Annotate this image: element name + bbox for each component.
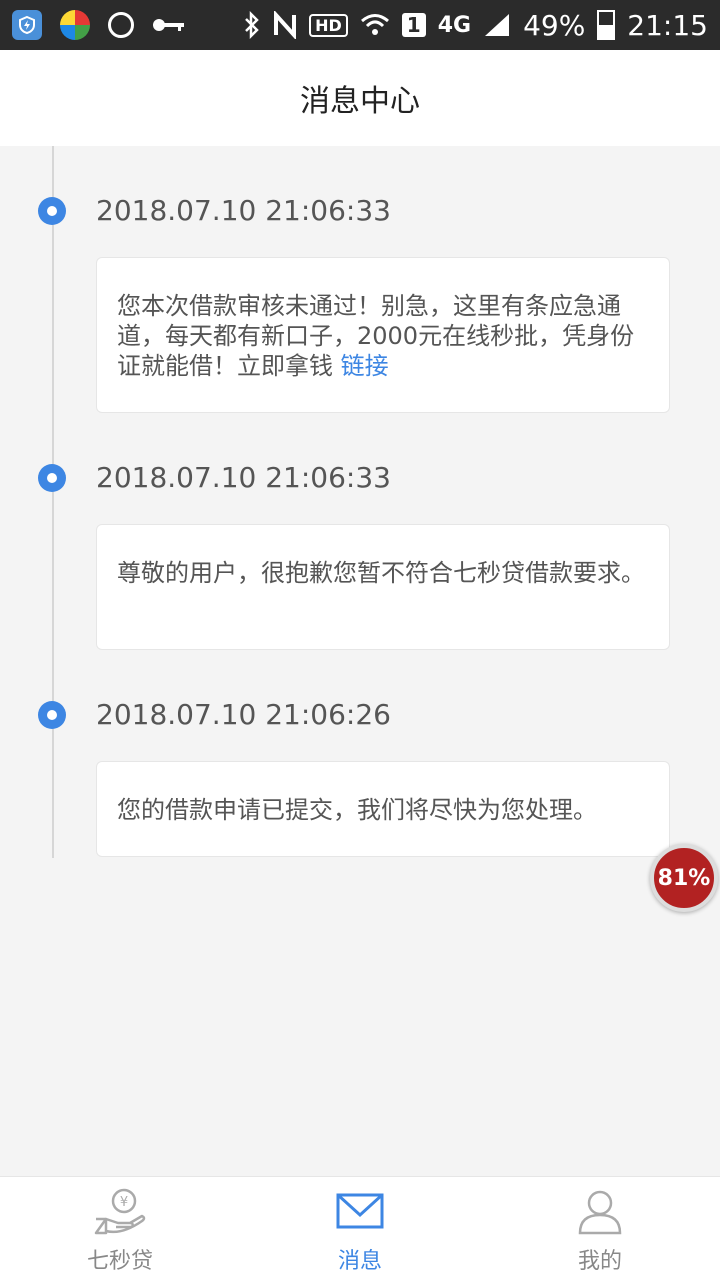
page-title: 消息中心 [300, 84, 420, 119]
timeline-dot-icon [38, 463, 66, 492]
nav-item-mine[interactable]: 我的 [480, 1177, 720, 1280]
nav-item-messages[interactable]: 消息 [240, 1177, 480, 1280]
user-icon [578, 1190, 622, 1235]
timeline-entry-timestamp: 2018.07.10 21:06:33 [38, 461, 391, 494]
settings-hex-icon [108, 12, 134, 38]
signal-type-label: 4G [437, 12, 472, 38]
message-timestamp: 2018.07.10 21:06:33 [96, 194, 391, 227]
timeline-entry-timestamp: 2018.07.10 21:06:33 [38, 194, 391, 227]
shield-app-icon [12, 10, 42, 40]
timeline-line [52, 146, 54, 858]
timeline-entry-timestamp: 2018.07.10 21:06:26 [38, 698, 391, 731]
page-header: 消息中心 [0, 50, 720, 146]
nav-label: 我的 [577, 1249, 622, 1274]
clock: 21:15 [627, 8, 708, 42]
message-card[interactable]: 尊敬的用户，很抱歉您暂不符合七秒贷借款要求。 [96, 524, 670, 650]
nav-label: 消息 [337, 1249, 382, 1274]
wifi-icon [360, 14, 389, 35]
multicolor-app-icon [60, 10, 90, 40]
status-left-icons [0, 10, 186, 40]
svg-text:¥: ¥ [120, 1195, 128, 1210]
nav-label: 七秒贷 [86, 1249, 153, 1274]
signal-icon [485, 14, 510, 36]
battery-icon [597, 10, 616, 40]
floating-speed-badge[interactable]: 81% [650, 844, 718, 912]
message-timestamp: 2018.07.10 21:06:26 [96, 698, 391, 731]
nfc-icon [274, 11, 297, 39]
timeline-dot-icon [38, 700, 66, 729]
message-text: 尊敬的用户，很抱歉您暂不符合七秒贷借款要求。 [117, 559, 645, 587]
message-link[interactable]: 链接 [341, 352, 389, 380]
sim-icon: 1 [401, 13, 426, 37]
bluetooth-icon [245, 11, 259, 39]
message-card[interactable]: 您的借款申请已提交，我们将尽快为您处理。 [96, 761, 670, 857]
hd-icon: HD [309, 13, 348, 37]
message-timestamp: 2018.07.10 21:06:33 [96, 461, 391, 494]
status-bar: HD 1 4G 49% 21:15 [0, 0, 720, 50]
status-right-icons: HD 1 4G 49% 21:15 [243, 9, 720, 42]
key-icon [153, 19, 184, 31]
battery-percent: 49% [523, 8, 586, 42]
nav-item-qimiaodai[interactable]: ¥ 七秒贷 [0, 1177, 240, 1280]
timeline-dot-icon [38, 196, 66, 225]
bottom-nav: ¥ 七秒贷 消息 我的 [0, 1176, 720, 1280]
message-card[interactable]: 您本次借款审核未通过！别急，这里有条应急通道，每天都有新口子，2000元在线秒批… [96, 257, 670, 413]
message-text: 您的借款申请已提交，我们将尽快为您处理。 [117, 796, 597, 824]
hand-coin-icon: ¥ [94, 1188, 146, 1235]
envelope-icon [336, 1193, 384, 1229]
